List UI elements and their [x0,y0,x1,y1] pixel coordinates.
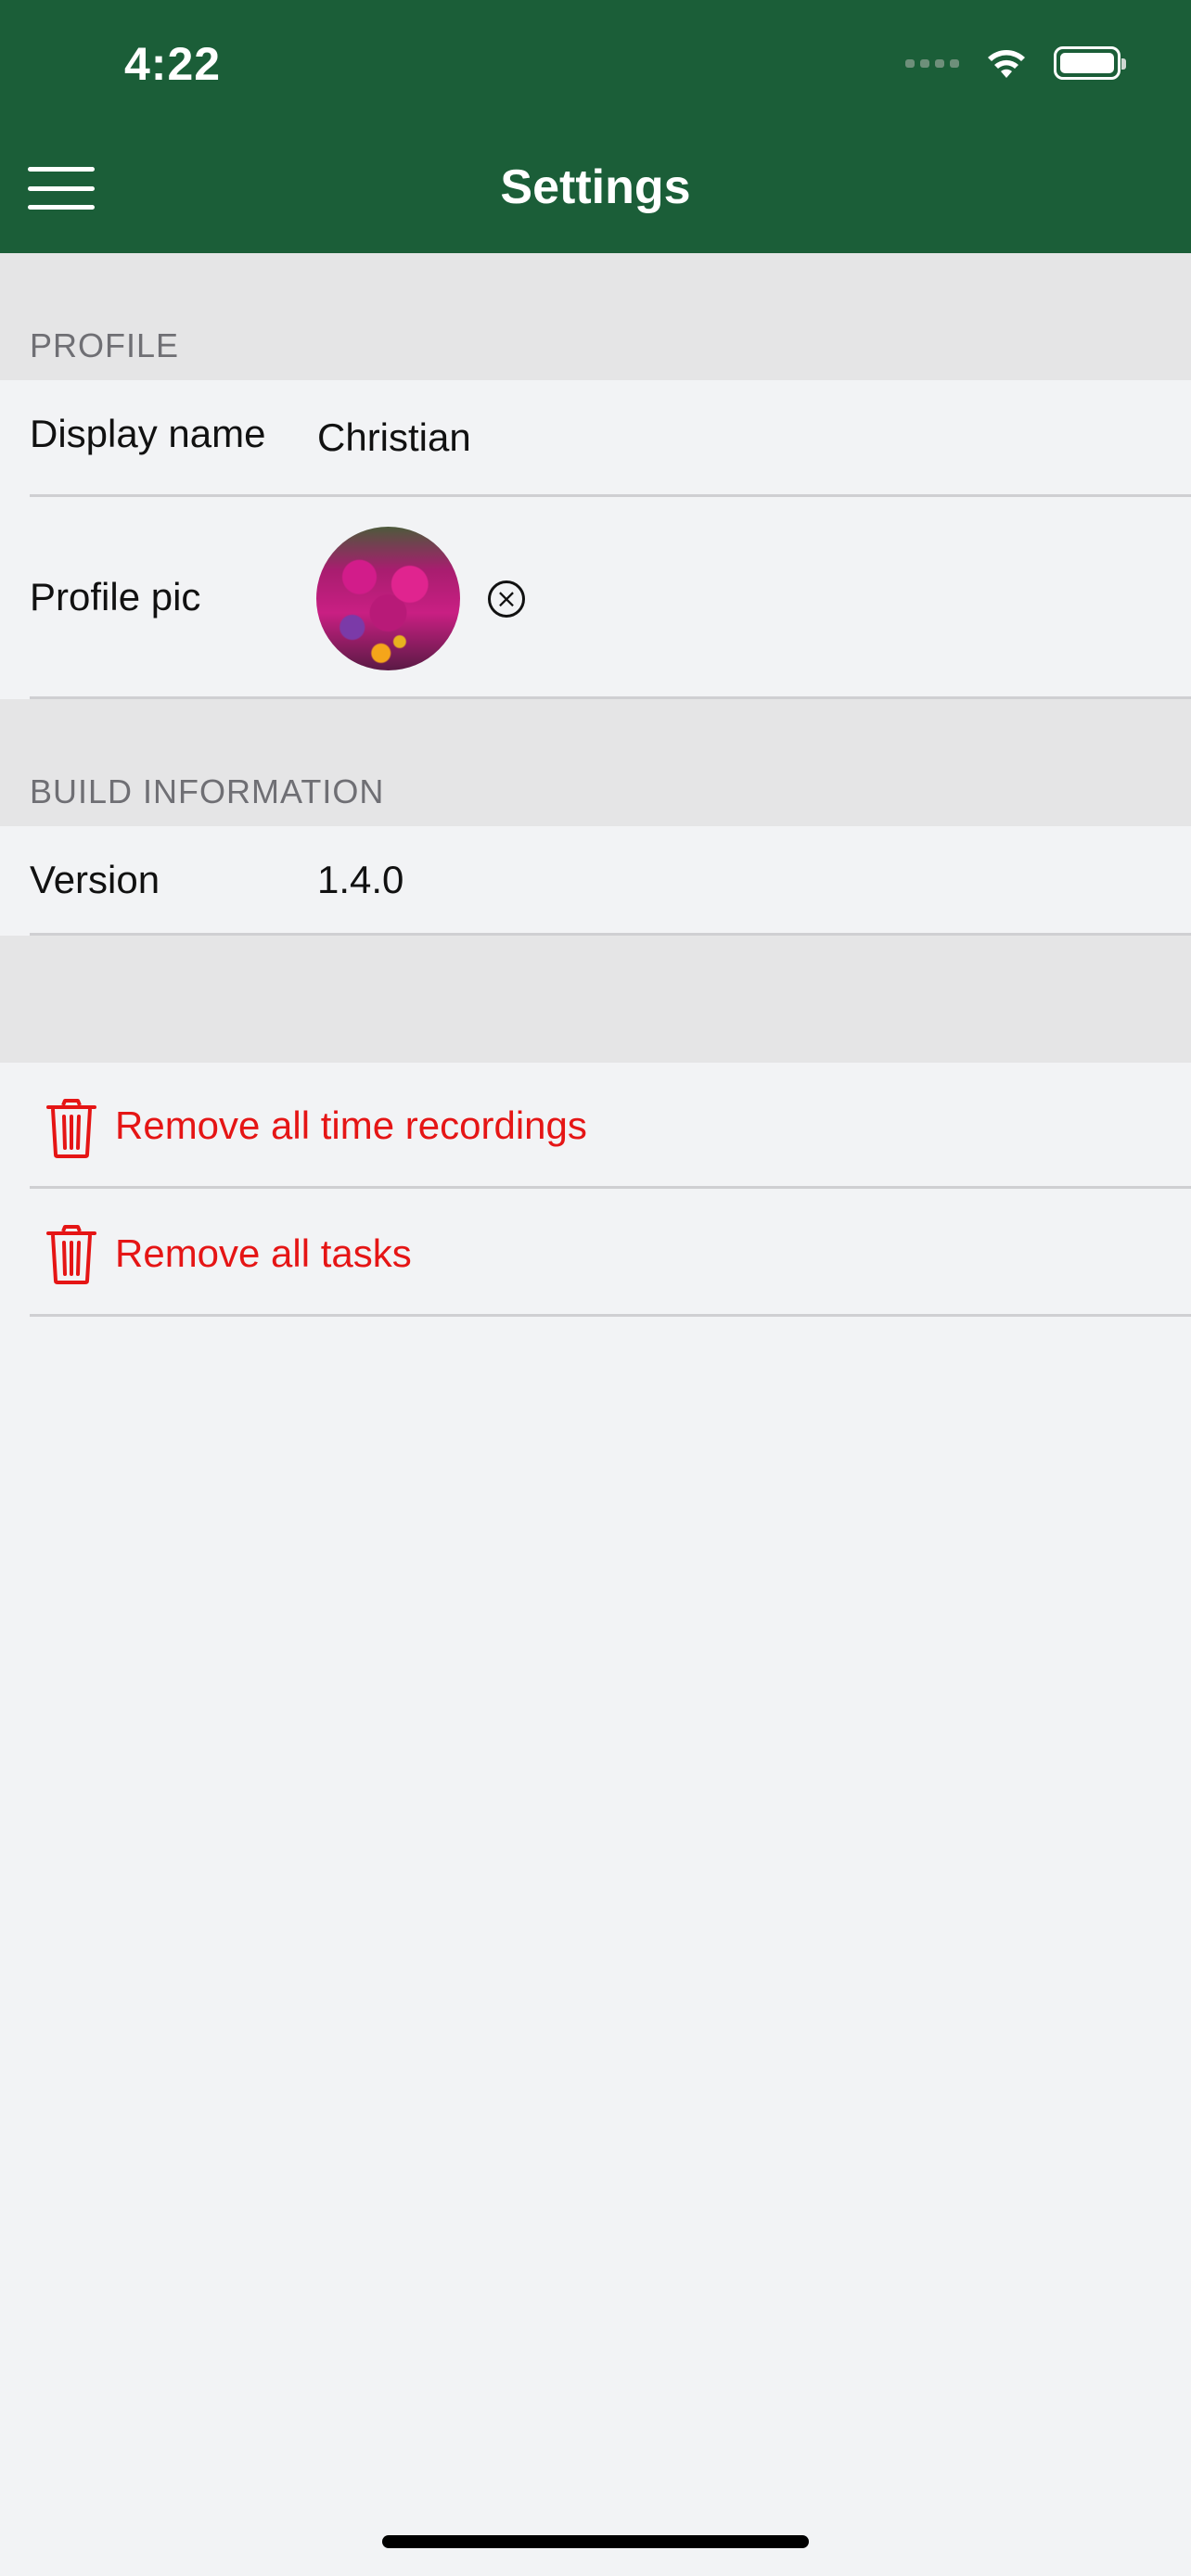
avatar[interactable] [316,527,460,670]
remove-time-recordings-label: Remove all time recordings [115,1103,587,1147]
status-time: 4:22 [124,38,222,90]
profile-section-header: PROFILE [0,253,1191,380]
trash-icon [46,1099,96,1158]
version-row: Version 1.4.0 [0,826,1191,936]
remove-tasks-button[interactable]: Remove all tasks [0,1189,1191,1317]
battery-icon [1054,46,1126,80]
wifi-icon [988,50,1025,78]
profile-pic-label: Profile pic [30,575,201,618]
remove-photo-icon[interactable]: ⨯ [488,580,525,618]
remove-time-recordings-button[interactable]: Remove all time recordings [0,1063,1191,1189]
section-label: BUILD INFORMATION [30,772,385,810]
divider [30,1314,1191,1317]
display-name-label: Display name [30,412,266,455]
version-value: 1.4.0 [317,858,404,901]
trash-icon [46,1225,96,1284]
display-name-row[interactable]: Display name Christian [0,380,1191,497]
profile-pic-row: Profile pic ⨯ [0,497,1191,699]
section-spacer [0,936,1191,1063]
section-label: PROFILE [30,326,180,364]
build-section-header: BUILD INFORMATION [0,699,1191,826]
cellular-signal-icon [905,58,959,68]
status-icons [905,46,1126,80]
home-indicator [382,2535,809,2548]
app-header: 4:22 Settings [0,0,1191,253]
version-label: Version [30,858,160,901]
remove-tasks-label: Remove all tasks [115,1231,412,1275]
page-title: Settings [500,160,691,214]
display-name-field[interactable]: Christian [317,415,471,460]
